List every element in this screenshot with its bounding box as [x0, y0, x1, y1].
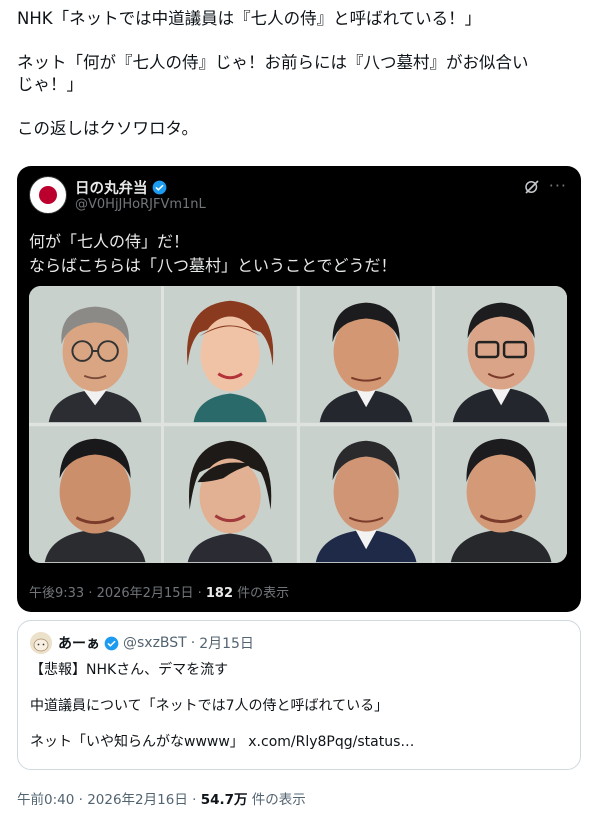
embedded-post-image[interactable]: 日の丸弁当 @V0HjJHoRJFVm1nL ··· 何が「七人の侍」だ！ なら…: [17, 166, 581, 612]
embed-view-count: 182: [205, 586, 234, 601]
tweet-line-3: この返しはクソワロタ。: [17, 119, 199, 138]
embed-post-time[interactable]: 午後9:33 · 2026年2月15日 ·: [29, 586, 206, 601]
embed-text-line-2: ならばこちらは「八つ墓村」ということでどうだ！: [29, 256, 397, 275]
tweet-line-1: NHK「ネットでは中道議員は『七人の侍』と呼ばれている！」: [17, 9, 482, 28]
embed-text-line-1: 何が「七人の侍」だ！: [29, 232, 190, 251]
post-meta: 午前0:40 · 2026年2月16日 · 54.7万 件の表示: [17, 788, 306, 808]
quote-date[interactable]: 2月15日: [199, 633, 254, 653]
quote-body: 【悲報】NHKさん、デマを流す 中道議員について「ネットでは7人の侍と呼ばれてい…: [30, 661, 570, 769]
portrait-grid[interactable]: [29, 286, 567, 563]
embed-post-text: 何が「七人の侍」だ！ ならばこちらは「八つ墓村」ということでどうだ！: [29, 230, 569, 278]
post-time[interactable]: 午前0:40 · 2026年2月16日 ·: [17, 792, 201, 808]
portrait-7: [299, 426, 432, 563]
portrait-5: [29, 426, 162, 563]
quote-link[interactable]: x.com/Rly8Pqg/status…: [248, 734, 414, 750]
embed-author-handle[interactable]: @V0HjJHoRJFVm1nL: [75, 197, 206, 212]
quote-line-1: 【悲報】NHKさん、デマを流す: [30, 662, 229, 678]
portrait-1: [29, 286, 162, 423]
tweet-text: NHK「ネットでは中道議員は『七人の侍』と呼ばれている！」 ネット「何が『七人の…: [17, 8, 587, 140]
embed-author-name-text: 日の丸弁当: [75, 181, 148, 197]
embed-views-label: 件の表示: [233, 586, 290, 601]
quote-author-name[interactable]: あーぁ: [58, 633, 100, 653]
views-label: 件の表示: [247, 792, 306, 808]
quote-header: あーぁ @sxzBST · 2月15日: [58, 633, 254, 653]
quote-line-3: ネット「いや知らんがなwwww」 x.com/Rly8Pqg/status…: [30, 733, 570, 751]
portrait-6: [164, 426, 297, 563]
quote-line-3-text: ネット「いや知らんがなwwww」: [30, 734, 249, 750]
view-count: 54.7万: [200, 792, 248, 808]
quote-separator: ·: [190, 635, 196, 651]
embed-post-meta: 午後9:33 · 2026年2月15日 · 182 件の表示: [29, 582, 289, 601]
quote-author-handle[interactable]: @sxzBST: [123, 635, 187, 651]
tweet-line-2: ネット「何が『七人の侍』じゃ！お前らには『八つ墓村』がお似合い じゃ！」: [17, 53, 529, 94]
japan-flag-icon[interactable]: [29, 176, 67, 214]
verified-badge-icon: [152, 180, 166, 195]
embed-author-name[interactable]: 日の丸弁当: [75, 177, 167, 198]
portrait-2: [164, 286, 297, 423]
quoted-post[interactable]: あーぁ @sxzBST · 2月15日 【悲報】NHKさん、デマを流す 中道議員…: [17, 620, 581, 770]
verified-badge-icon: [104, 636, 119, 650]
grok-icon[interactable]: [523, 178, 541, 196]
portrait-3: [299, 286, 432, 423]
portrait-4: [434, 286, 567, 423]
quote-avatar[interactable]: [30, 632, 52, 654]
more-options-icon[interactable]: ···: [549, 176, 567, 195]
portrait-8: [434, 426, 567, 563]
quote-line-2: 中道議員について「ネットでは7人の侍と呼ばれている」: [30, 698, 389, 714]
